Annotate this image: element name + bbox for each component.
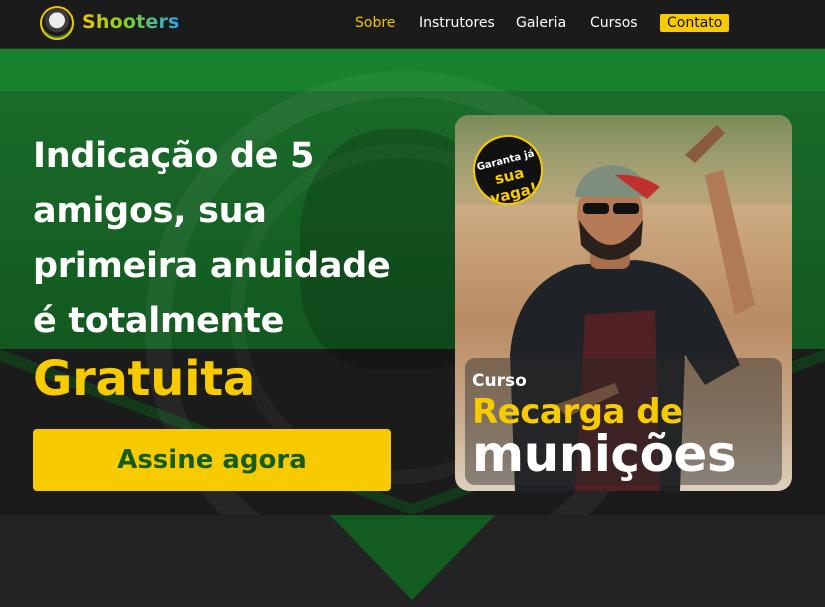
headline-highlight: Gratuita [33, 351, 255, 407]
headline-line: é totalmente [33, 301, 285, 341]
nav-link-contato[interactable]: Contato [660, 14, 730, 32]
nav-link-cursos[interactable]: Cursos [590, 15, 638, 31]
headline-line: amigos, sua [33, 191, 267, 231]
nav-link-galeria[interactable]: Galeria [516, 15, 566, 31]
course-kicker: Curso [472, 371, 527, 391]
course-title-line-2: munições [472, 425, 737, 483]
logo-icon[interactable] [40, 6, 74, 40]
hero-headline: Indicação de 5 amigos, sua primeira anui… [33, 129, 413, 407]
logo-text[interactable]: Shooters [82, 11, 180, 33]
top-navbar: Shooters Sobre Instrutores Galeria Curso… [0, 0, 825, 49]
section-divider-chevron [0, 515, 825, 607]
nav-link-sobre[interactable]: Sobre [355, 15, 395, 31]
headline-line: Indicação de 5 [33, 136, 315, 176]
subscribe-button[interactable]: Assine agora [33, 429, 391, 491]
nav-link-instrutores[interactable]: Instrutores [419, 15, 495, 31]
headline-line: primeira anuidade [33, 246, 391, 286]
hero-section: Indicação de 5 amigos, sua primeira anui… [0, 49, 825, 515]
course-card[interactable]: Garanta já sua vaga! Curso Recarga de mu… [455, 115, 792, 491]
